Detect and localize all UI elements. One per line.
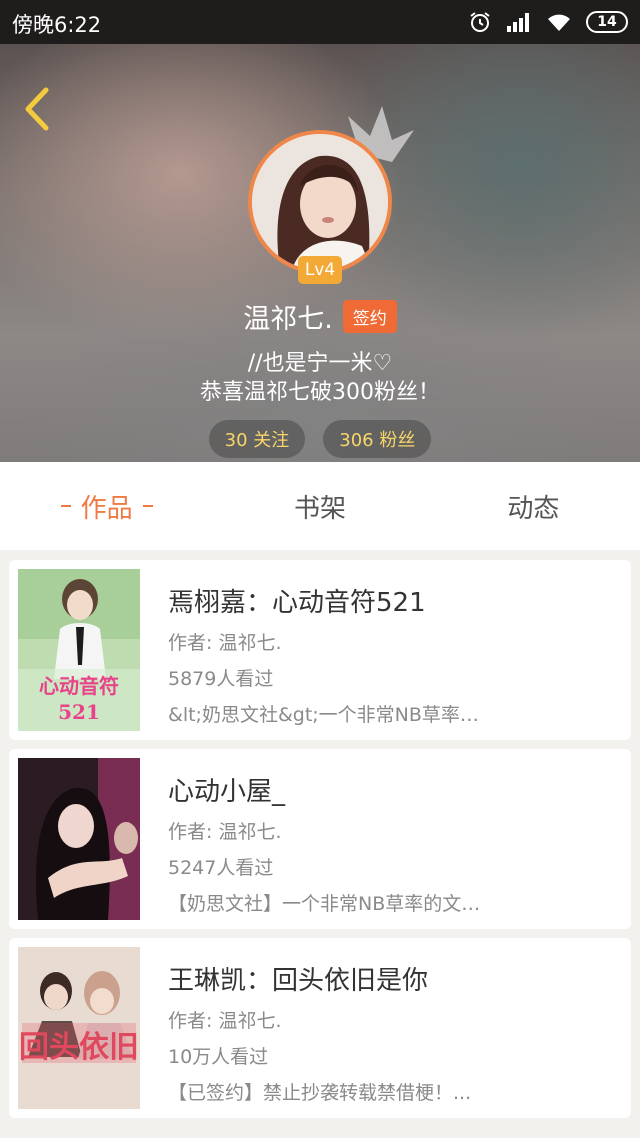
book-list: 心动音符521 焉栩嘉：心动音符521 作者: 温祁七. 5879人看过 &lt… [0, 550, 640, 1138]
book-description: &lt;奶思文社&gt;一个非常NB草率… [168, 704, 479, 726]
book-cover [18, 758, 140, 920]
status-time: 傍晚6:22 [12, 13, 102, 37]
name-row: 温祁七. 签约 [0, 294, 640, 338]
book-title: 心动小屋_ [168, 777, 286, 807]
alarm-icon [470, 12, 490, 32]
status-icons: 14 [468, 9, 628, 35]
book-author: 作者: 温祁七. [168, 632, 282, 654]
book-views: 5879人看过 [168, 668, 274, 690]
book-card[interactable]: 回头依旧 王琳凯：回头依旧是你 作者: 温祁七. 10万人看过 【已签约】禁止抄… [9, 938, 631, 1118]
stats: 30 关注 306 粉丝 [0, 420, 640, 458]
book-views: 5247人看过 [168, 857, 274, 879]
avatar[interactable] [248, 130, 392, 274]
book-views: 10万人看过 [168, 1046, 269, 1068]
book-author: 作者: 温祁七. [168, 1010, 282, 1032]
book-cover: 回头依旧 [18, 947, 140, 1109]
tab-indicator-left [60, 505, 71, 507]
tab-label: 动态 [507, 493, 560, 524]
book-cover: 心动音符521 [18, 569, 140, 731]
tab-indicator-right [142, 505, 153, 507]
svg-text:回头依旧: 回头依旧 [19, 1030, 139, 1065]
book-title: 焉栩嘉：心动音符521 [168, 588, 426, 618]
book-info: 焉栩嘉：心动音符521 作者: 温祁七. 5879人看过 &lt;奶思文社&gt… [168, 582, 608, 727]
status-bar: 傍晚6:22 14 [0, 0, 640, 44]
level-badge: Lv4 [298, 256, 342, 284]
tab-label: 作品 [80, 493, 133, 524]
username: 温祁七. [243, 303, 333, 335]
book-card[interactable]: 心动音符521 焉栩嘉：心动音符521 作者: 温祁七. 5879人看过 &lt… [9, 560, 631, 740]
bio: //也是宁一米♡ 恭喜温祁七破300粉丝！ [0, 349, 640, 407]
tab-bookshelf[interactable]: 书架 [213, 462, 426, 550]
tab-activity[interactable]: 动态 [427, 462, 640, 550]
tab-bar: 作品 书架 动态 [0, 462, 640, 550]
book-info: 心动小屋_ 作者: 温祁七. 5247人看过 【奶思文社】一个非常NB草率的文… [168, 771, 608, 916]
bio-line-2: 恭喜温祁七破300粉丝！ [200, 380, 440, 405]
bio-line-1: //也是宁一米♡ [247, 351, 393, 376]
tab-works[interactable]: 作品 [0, 462, 213, 550]
wifi-icon [548, 14, 570, 31]
battery-level: 14 [597, 14, 617, 30]
book-info: 王琳凯：回头依旧是你 作者: 温祁七. 10万人看过 【已签约】禁止抄袭转载禁借… [168, 960, 608, 1105]
book-author: 作者: 温祁七. [168, 821, 282, 843]
book-description: 【已签约】禁止抄袭转载禁借梗！... [168, 1082, 472, 1104]
tab-label: 书架 [293, 493, 346, 524]
profile-header: Lv4 温祁七. 签约 //也是宁一米♡ 恭喜温祁七破300粉丝！ 30 关注 … [0, 44, 640, 462]
following-button[interactable]: 30 关注 [208, 420, 306, 458]
book-card[interactable]: 心动小屋_ 作者: 温祁七. 5247人看过 【奶思文社】一个非常NB草率的文… [9, 749, 631, 929]
book-description: 【奶思文社】一个非常NB草率的文… [168, 893, 481, 915]
cover-title: 心动音符521 [39, 674, 119, 724]
signal-icon [507, 13, 529, 32]
signed-badge: 签约 [342, 299, 397, 333]
book-title: 王琳凯：回头依旧是你 [168, 966, 429, 996]
avatar-image [252, 134, 388, 270]
chevron-left-icon[interactable] [18, 84, 58, 134]
battery-icon: 14 [586, 11, 628, 33]
followers-button[interactable]: 306 粉丝 [323, 420, 432, 458]
